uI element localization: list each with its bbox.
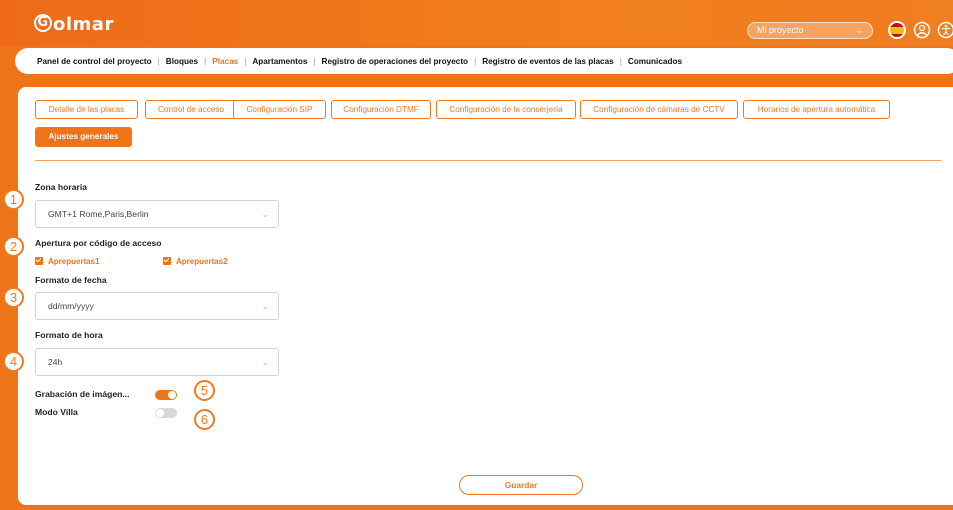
- nav-item-comunicados[interactable]: Comunicados: [622, 57, 688, 66]
- callout-4: 4: [3, 351, 24, 372]
- nav-item-registro-eventos[interactable]: Registro de eventos de las placas: [476, 57, 620, 66]
- toggle-knob: [168, 391, 176, 399]
- checkbox-checked-icon: [163, 257, 171, 265]
- callout-1: 1: [3, 189, 24, 210]
- date-format-select-value: dd/mm/yyyy: [48, 301, 94, 311]
- timezone-label: Zona horaria: [35, 182, 88, 192]
- tab-configuracion-dtmf[interactable]: Configuración DTMF: [331, 100, 431, 119]
- golmar-logo[interactable]: Golmar: [34, 14, 114, 35]
- timezone-select[interactable]: GMT+1 Rome,Paris,Berlin ⌄: [35, 200, 279, 228]
- logo-text: olmar: [53, 14, 114, 35]
- project-select[interactable]: Mi proyecto ⌄: [747, 22, 873, 39]
- toggle-knob: [156, 409, 164, 417]
- tab-configuracion-conserjeria[interactable]: Configuración de la conserjería: [436, 100, 576, 119]
- checkbox-label: Aprepuertas2: [176, 257, 228, 266]
- accessibility-icon[interactable]: [937, 21, 953, 39]
- settings-card: Detalle de las placas Control de acceso …: [18, 87, 953, 505]
- nav-item-panel[interactable]: Panel de control del proyecto: [31, 57, 158, 66]
- villa-mode-label: Modo Villa: [35, 407, 78, 417]
- tab-detalle-placas[interactable]: Detalle de las placas: [35, 100, 138, 119]
- chevron-down-icon: ⌄: [855, 25, 863, 35]
- timezone-select-value: GMT+1 Rome,Paris,Berlin: [48, 209, 149, 219]
- nav-item-registro-operaciones[interactable]: Registro de operaciones del proyecto: [316, 57, 475, 66]
- nav-item-bloques[interactable]: Bloques: [160, 57, 204, 66]
- callout-2: 2: [3, 236, 24, 257]
- section-divider: [35, 160, 941, 161]
- tab-horarios-apertura[interactable]: Horarios de apertura automática: [743, 100, 890, 119]
- tab-ajustes-generales[interactable]: Ajustes generales: [35, 127, 132, 147]
- callout-6: 6: [194, 409, 215, 430]
- chevron-down-icon: ⌄: [261, 209, 269, 219]
- image-recording-toggle[interactable]: [155, 390, 177, 400]
- chevron-down-icon: ⌄: [261, 357, 269, 367]
- main-nav: Panel de control del proyecto | Bloques …: [15, 48, 953, 74]
- access-code-label: Apertura por código de acceso: [35, 238, 162, 248]
- villa-mode-toggle[interactable]: [155, 408, 177, 418]
- checkbox-aprepuertas2[interactable]: Aprepuertas2: [163, 257, 228, 266]
- chevron-down-icon: ⌄: [261, 301, 269, 311]
- checkbox-checked-icon: [35, 257, 43, 265]
- user-icon[interactable]: [913, 21, 931, 39]
- tab-configuracion-sip[interactable]: Configuración SIP: [233, 100, 326, 119]
- tab-configuracion-cctv[interactable]: Configuración de cámaras de CCTV: [580, 100, 738, 119]
- checkbox-aprepuertas1[interactable]: Aprepuertas1: [35, 257, 100, 266]
- nav-item-placas[interactable]: Placas: [206, 57, 244, 66]
- callout-3: 3: [3, 287, 24, 308]
- spain-flag-icon[interactable]: [888, 21, 906, 39]
- tab-control-acceso[interactable]: Control de acceso: [145, 100, 237, 119]
- nav-item-apartamentos[interactable]: Apartamentos: [246, 57, 313, 66]
- logo-initial: G: [34, 14, 52, 32]
- checkbox-label: Aprepuertas1: [48, 257, 100, 266]
- project-select-value: Mi proyecto: [757, 25, 804, 35]
- image-recording-label: Grabación de imágen...: [35, 389, 130, 399]
- date-format-label: Formato de fecha: [35, 275, 107, 285]
- date-format-select[interactable]: dd/mm/yyyy ⌄: [35, 292, 279, 320]
- callout-5: 5: [194, 380, 215, 401]
- time-format-select-value: 24h: [48, 357, 63, 367]
- time-format-label: Formato de hora: [35, 330, 103, 340]
- save-button[interactable]: Guardar: [459, 475, 583, 495]
- time-format-select[interactable]: 24h ⌄: [35, 348, 279, 376]
